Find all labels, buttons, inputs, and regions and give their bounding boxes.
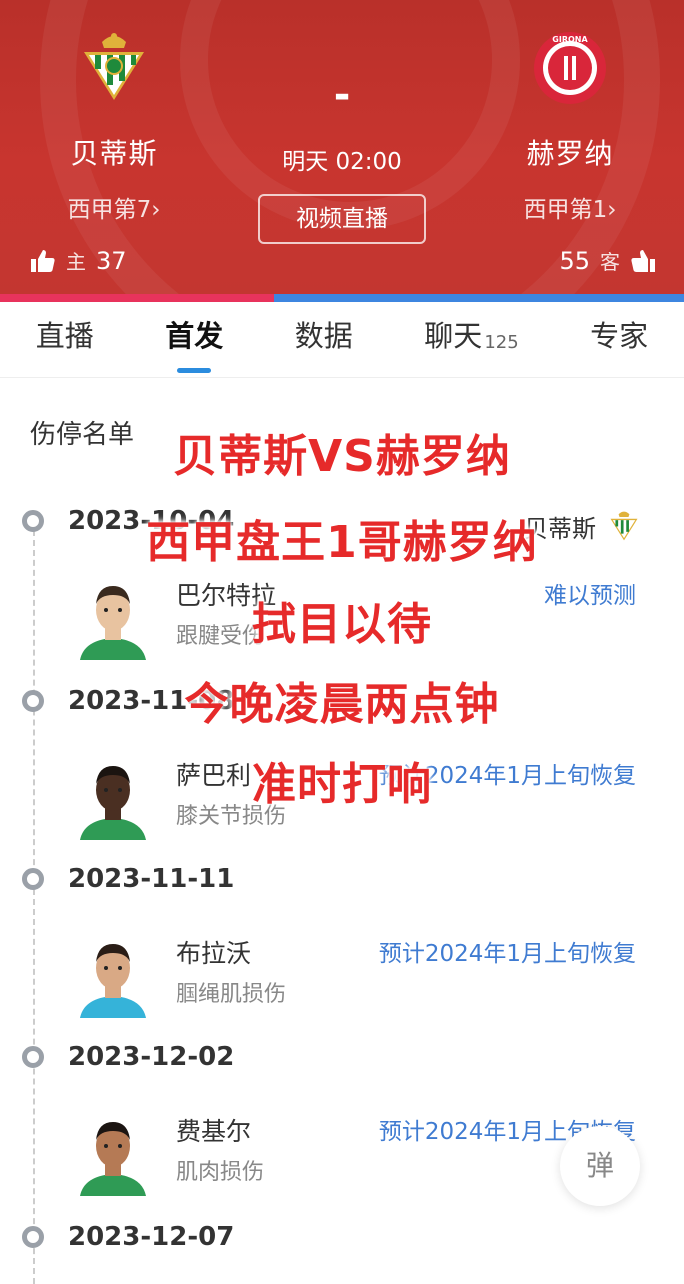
timeline-dot [22,868,44,890]
away-team-rank[interactable]: 西甲第1› [480,190,660,224]
tab-2[interactable]: 数据 [291,302,357,377]
home-rank-text: 西甲第7 [67,197,152,223]
tab-label: 专家 [590,319,649,353]
chevron-right-icon: › [607,197,617,223]
tab-badge: 125 [484,332,519,353]
match-header: 贝蒂斯 西甲第7› - 明天 02:00 视频直播 GIRONA 赫罗纳 西甲第… [0,0,684,294]
away-vote-label: 客 [600,250,620,274]
away-team-name: 赫罗纳 [526,137,614,170]
player-name: 布拉沃 [176,939,252,968]
home-share-bar [0,294,274,302]
thumbs-up-icon [631,249,655,272]
video-live-button[interactable]: 视频直播 [258,194,426,244]
timeline-dot [22,1046,44,1068]
away-rank-text: 西甲第1 [523,197,608,223]
overlay-caption-line: 准时打响 [252,759,432,810]
tab-4[interactable]: 专家 [586,302,652,377]
overlay-caption-line: 西甲盘王1哥赫罗纳 [146,517,538,568]
girona-crest-icon: GIRONA [534,32,606,104]
tab-bar: 直播 首发 数据 聊天 125 专家 [0,302,684,378]
tab-label: 聊天 [424,319,483,353]
score: - [333,72,351,118]
kickoff-time: 明天 02:00 [282,149,402,175]
vote-share-bar [0,294,684,302]
overlay-caption-line: 今晚凌晨两点钟 [184,679,500,730]
player-avatar [80,944,146,1018]
tab-1[interactable]: 首发 [161,302,227,377]
recovery-estimate: 预计2024年1月上旬恢复 [378,941,636,967]
home-team-rank[interactable]: 西甲第7› [24,190,204,224]
home-team-name: 贝蒂斯 [70,137,158,170]
home-team[interactable]: 贝蒂斯 西甲第7› [24,28,204,224]
player-avatar [80,1122,146,1196]
svg-text:GIRONA: GIRONA [552,35,588,44]
thumbs-up-icon [31,249,55,272]
away-vote-count: 55 [559,246,590,275]
tab-label: 直播 [35,319,94,353]
chevron-right-icon: › [151,197,161,223]
betis-crest-icon [84,33,144,100]
injury-date: 2023-12-02 [68,1042,235,1072]
tab-0[interactable]: 直播 [32,302,98,377]
home-vote-count: 37 [96,246,127,275]
date-row: 2023-11-11 [22,864,234,894]
home-vote[interactable]: 主 37 [30,246,127,275]
player-row[interactable]: 布拉沃腘绳肌损伤 预计2024年1月上旬恢复 [76,934,656,1034]
injury-type: 腘绳肌损伤 [176,982,287,1007]
overlay-caption-line: 拭目以待 [252,599,432,650]
date-row: 2023-12-07 [22,1222,234,1252]
match-center: - 明天 02:00 视频直播 [242,72,442,244]
tab-3[interactable]: 聊天 125 [420,302,522,377]
timeline-dot [22,1226,44,1248]
away-team[interactable]: GIRONA 赫罗纳 西甲第1› [480,28,660,224]
injury-date: 2023-11-11 [68,864,235,894]
overlay-caption-line: 贝蒂斯VS赫罗纳 [173,431,511,482]
player-name: 费基尔 [176,1117,252,1146]
date-row: 2023-12-02 [22,1042,234,1072]
tab-label: 数据 [294,319,353,353]
active-tab-indicator [177,368,212,373]
injury-date: 2023-12-07 [68,1222,235,1252]
injury-type: 肌肉损伤 [176,1160,265,1185]
danmaku-button[interactable]: 弹 [560,1126,640,1206]
home-vote-label: 主 [66,250,86,274]
tab-label: 首发 [165,319,224,353]
away-vote[interactable]: 55 客 [559,246,656,275]
away-share-bar [273,294,684,302]
